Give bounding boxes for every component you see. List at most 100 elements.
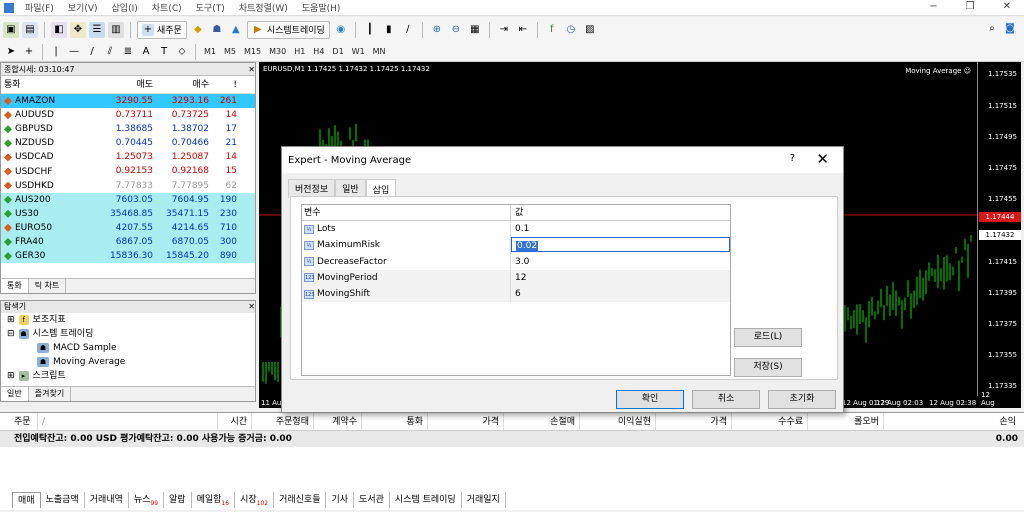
terminal-tab[interactable]: 기사 <box>326 492 355 508</box>
save-button[interactable]: 저장(S) <box>734 358 802 377</box>
column-value[interactable]: 값 <box>511 205 730 220</box>
market-watch-row[interactable]: AUDUSD 0.73711 0.73725 14 <box>1 108 255 122</box>
column-volume[interactable]: 계약수 <box>314 413 362 430</box>
chat-icon[interactable]: ◙ <box>1002 21 1018 37</box>
horizontal-line-icon[interactable]: — <box>66 44 82 60</box>
signals-icon[interactable]: ☗ <box>209 22 225 38</box>
parameter-row[interactable]: ½ MaximumRisk 0.02 <box>302 237 730 254</box>
close-icon[interactable]: ✕ <box>816 150 829 168</box>
column-commission[interactable]: 수수료 <box>732 413 808 430</box>
market-watch-row[interactable]: USDHKD 7.77833 7.77895 62 <box>1 179 255 193</box>
timeframe-m1[interactable]: M1 <box>201 47 219 56</box>
menu-help[interactable]: 도움말(H) <box>295 1 348 14</box>
line-chart-icon[interactable]: ∕ <box>400 22 416 38</box>
market-watch-row[interactable]: FRA40 6867.05 6870.05 300 <box>1 234 255 250</box>
market-watch-row[interactable]: GBPUSD 1.38685 1.38702 17 <box>1 122 255 136</box>
cursor-icon[interactable]: ➤ <box>3 44 19 60</box>
market-watch-row[interactable]: GER30 15836.30 15845.20 890 <box>1 249 255 264</box>
arrows-icon[interactable]: ⬦ <box>174 44 190 60</box>
tab-tick-chart[interactable]: 틱 차트 <box>29 279 67 293</box>
zoom-out-icon[interactable]: ⊖ <box>448 22 464 38</box>
periods-icon[interactable]: ◷ <box>563 22 579 38</box>
profiles-icon[interactable]: ▤ <box>22 21 38 38</box>
tab-common[interactable]: 일반 <box>1 387 29 401</box>
market-watch-row[interactable]: AUS200 7603.05 7604.95 190 <box>1 192 255 207</box>
close-icon[interactable]: ✕ <box>248 301 255 313</box>
autoscroll-icon[interactable]: ⇥ <box>496 22 512 38</box>
terminal-tab[interactable]: 시스템 트레이딩 <box>390 492 462 508</box>
reset-button[interactable]: 초기화 <box>768 390 836 409</box>
collapse-icon[interactable]: ⊟ <box>7 327 15 341</box>
column-price[interactable]: 가격 <box>428 413 504 430</box>
column-spread[interactable]: ! <box>212 76 240 93</box>
ok-button[interactable]: 확인 <box>616 390 684 409</box>
strategy-tester-icon[interactable]: ▲ <box>228 22 244 38</box>
column-time[interactable]: 시간 <box>218 413 252 430</box>
timeframe-h4[interactable]: H4 <box>310 47 327 56</box>
terminal-tab[interactable]: 시장102 <box>235 492 275 508</box>
column-ask[interactable]: 매수 <box>156 76 212 93</box>
terminal-tab[interactable]: 거래일지 <box>462 492 506 508</box>
terminal-tab[interactable]: 알람 <box>164 492 192 508</box>
channel-icon[interactable]: ⫽ <box>102 44 118 60</box>
nav-moving-average[interactable]: ☗ Moving Average <box>1 355 255 369</box>
metaeditor-icon[interactable]: ◆ <box>190 22 206 38</box>
terminal-icon[interactable]: ▥ <box>108 21 124 38</box>
column-type[interactable]: 주문형태 <box>252 413 314 430</box>
new-order-button[interactable]: + 새주문 <box>137 20 187 39</box>
terminal-tab[interactable]: 거래내역 <box>85 492 129 508</box>
market-watch-icon[interactable]: ◧ <box>51 21 67 38</box>
market-watch-row[interactable]: EURO50 4207.55 4214.65 710 <box>1 220 255 235</box>
market-watch-row[interactable]: AMAZON 3290.55 3293.16 261 <box>1 94 255 109</box>
terminal-tab[interactable]: 뉴스99 <box>129 492 165 508</box>
column-variable[interactable]: 변수 <box>302 205 511 221</box>
timeframe-m30[interactable]: M30 <box>266 47 289 56</box>
market-watch-row[interactable]: USDCAD 1.25073 1.25087 14 <box>1 150 255 164</box>
restore-icon[interactable]: ❐ <box>959 1 982 12</box>
column-swap[interactable]: 롤오버 <box>808 413 884 430</box>
close-icon[interactable]: ✕ <box>996 1 1018 12</box>
parameter-row[interactable]: 123 MovingPeriod 12 <box>302 269 730 286</box>
market-watch-row[interactable]: US30 35468.85 35471.15 230 <box>1 206 255 221</box>
indicators-icon[interactable]: f <box>544 22 560 38</box>
new-chart-icon[interactable]: ▣ <box>3 21 19 38</box>
parameter-value-input[interactable]: 0.02 <box>511 237 730 253</box>
expand-icon[interactable]: ⊞ <box>7 369 15 383</box>
terminal-tab[interactable]: 도서관 <box>354 492 390 508</box>
algo-trading-button[interactable]: ▶ 시스템트레이딩 <box>246 20 330 39</box>
menu-tools[interactable]: 도구(T) <box>189 1 232 14</box>
column-symbol[interactable]: 통화 <box>362 413 428 430</box>
app-icon[interactable] <box>4 2 14 13</box>
menu-charts[interactable]: 차트(C) <box>145 1 189 14</box>
terminal-tab[interactable]: 거래신호들 <box>274 492 327 508</box>
radio-icon[interactable]: ◉ <box>333 22 349 38</box>
tab-favorites[interactable]: 즐겨찾기 <box>29 387 72 401</box>
candlestick-icon[interactable]: ▮ <box>381 22 397 38</box>
expand-icon[interactable]: ⊞ <box>7 313 15 327</box>
search-icon[interactable]: ⌕ <box>984 21 1000 37</box>
help-button[interactable]: ? <box>790 153 795 164</box>
text-label-icon[interactable]: T <box>156 44 172 60</box>
chart-shift-icon[interactable]: ⇤ <box>515 22 531 38</box>
cancel-button[interactable]: 취소 <box>692 390 760 409</box>
menu-file[interactable]: 파일(F) <box>18 1 61 14</box>
templates-icon[interactable]: ▨ <box>582 22 598 38</box>
timeframe-d1[interactable]: D1 <box>329 47 346 56</box>
column-profit[interactable]: 손익 <box>884 413 1020 430</box>
parameter-value[interactable]: 12 <box>511 270 730 286</box>
menu-view[interactable]: 보기(V) <box>61 1 105 14</box>
parameter-row[interactable]: ½ Lots 0.1 <box>302 221 730 238</box>
zoom-in-icon[interactable]: ⊕ <box>429 22 445 38</box>
parameter-row[interactable]: 123 MovingShift 6 <box>302 285 730 303</box>
nav-macd-sample[interactable]: ☗ MACD Sample <box>1 341 255 355</box>
nav-indicators[interactable]: ⊞ f 보조지표 <box>1 313 255 327</box>
parameter-value[interactable]: 6 <box>511 286 730 302</box>
tile-windows-icon[interactable]: ▦ <box>467 22 483 38</box>
load-button[interactable]: 로드(L) <box>734 328 802 347</box>
fibonacci-icon[interactable]: ≣ <box>120 44 136 60</box>
vertical-line-icon[interactable]: | <box>48 44 64 60</box>
timeframe-m15[interactable]: M15 <box>241 47 264 56</box>
close-icon[interactable]: ✕ <box>248 63 255 75</box>
parameter-value[interactable]: 3.0 <box>511 254 730 270</box>
terminal-tab[interactable]: 메일함16 <box>192 492 236 508</box>
